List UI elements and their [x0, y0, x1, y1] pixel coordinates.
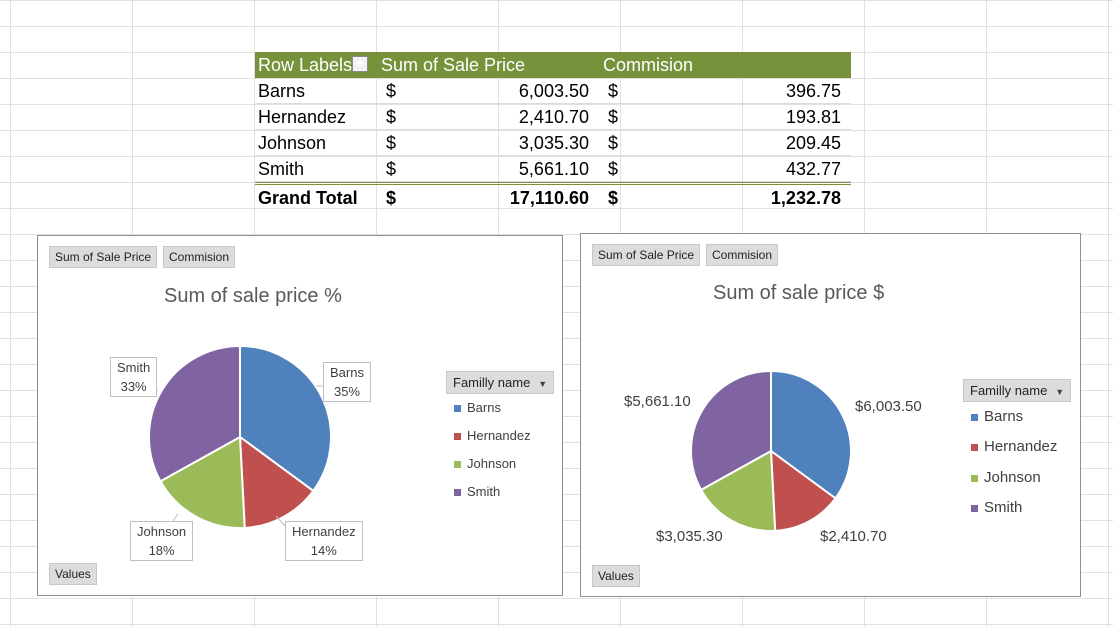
- legend-item-johnson[interactable]: Johnson: [454, 456, 516, 471]
- legend-item-smith[interactable]: Smith: [454, 484, 500, 499]
- data-label-johnson[interactable]: $3,035.30: [656, 528, 723, 545]
- data-label-johnson[interactable]: Johnson 18%: [130, 521, 194, 561]
- pivot-header-row: Row Labels ▾ Sum of Sale Price Commision: [255, 52, 851, 78]
- legend-swatch: [454, 433, 461, 441]
- data-label-hernandez[interactable]: Hernandez 14%: [285, 521, 363, 561]
- data-label-barns[interactable]: Barns 35%: [323, 362, 371, 402]
- legend-filter-button[interactable]: Familly name ▼: [963, 379, 1072, 402]
- chevron-down-icon: ▼: [1055, 387, 1065, 397]
- legend-item-johnson[interactable]: Johnson: [971, 469, 1041, 486]
- legend-swatch: [971, 504, 978, 512]
- pivot-table: Row Labels ▾ Sum of Sale Price Commision…: [255, 52, 851, 210]
- legend-swatch: [971, 443, 978, 451]
- legend-item-barns[interactable]: Barns: [454, 400, 501, 415]
- table-row[interactable]: Smith $ 5,661.10 $ 432.77: [255, 156, 851, 182]
- pie-chart-dollars[interactable]: Sum of Sale Price Commision Sum of sale …: [580, 233, 1081, 597]
- data-label-smith[interactable]: $5,661.10: [624, 393, 691, 410]
- sum-sale-price-header: Sum of Sale Price: [381, 55, 526, 75]
- data-label-barns[interactable]: $6,003.50: [855, 398, 922, 415]
- pie-chart-percent[interactable]: Sum of Sale Price Commision Sum of sale …: [37, 235, 563, 596]
- commission-header: Commision: [603, 55, 694, 75]
- legend-item-barns[interactable]: Barns: [971, 408, 1023, 425]
- legend-filter-button[interactable]: Familly name ▼: [446, 371, 555, 394]
- table-row[interactable]: Hernandez $ 2,410.70 $ 193.81: [255, 104, 851, 130]
- filter-sort-icon[interactable]: ▾: [352, 56, 368, 72]
- legend-swatch: [454, 461, 461, 469]
- axis-field-button-values[interactable]: Values: [49, 563, 97, 585]
- leader-line: [172, 513, 179, 522]
- chevron-down-icon: ▼: [538, 379, 548, 389]
- row-labels-header[interactable]: Row Labels: [258, 55, 352, 76]
- grand-total-row[interactable]: Grand Total $ 17,110.60 $ 1,232.78: [255, 182, 851, 210]
- table-row[interactable]: Barns $ 6,003.50 $ 396.75: [255, 78, 851, 104]
- legend-swatch: [971, 474, 978, 482]
- legend-item-smith[interactable]: Smith: [971, 499, 1022, 516]
- legend-swatch: [454, 489, 461, 497]
- legend-swatch: [971, 413, 978, 421]
- legend-swatch: [454, 405, 461, 413]
- data-label-smith[interactable]: Smith 33%: [110, 357, 158, 397]
- table-row[interactable]: Johnson $ 3,035.30 $ 209.45: [255, 130, 851, 156]
- legend-item-hernandez[interactable]: Hernandez: [454, 428, 531, 443]
- legend-item-hernandez[interactable]: Hernandez: [971, 438, 1057, 455]
- data-label-hernandez[interactable]: $2,410.70: [820, 528, 887, 545]
- axis-field-button-values[interactable]: Values: [592, 565, 640, 587]
